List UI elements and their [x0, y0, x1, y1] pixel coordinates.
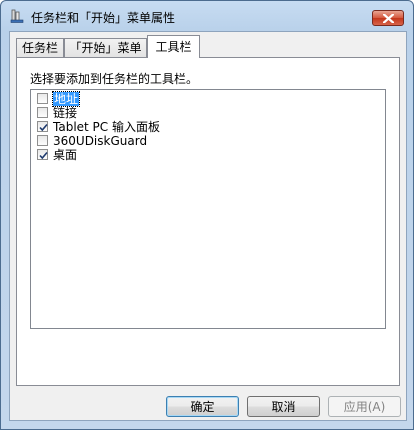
tab-toolbars[interactable]: 工具栏	[147, 35, 200, 58]
taskbar-app-icon	[10, 9, 24, 23]
toolbar-item-label: 桌面	[53, 148, 78, 162]
toolbars-tab-panel: 选择要添加到任务栏的工具栏。 地址 链接 Tablet PC 输入面板 360U…	[16, 57, 400, 386]
properties-window: 任务栏和「开始」菜单属性 任务栏 「开始」菜单 工具栏 选择要添加到任务栏的工具…	[0, 0, 414, 430]
checkmark-icon	[39, 151, 48, 160]
toolbar-checkbox[interactable]	[37, 149, 48, 160]
close-icon	[383, 14, 394, 23]
close-button[interactable]	[372, 10, 404, 26]
ok-button[interactable]: 确定	[166, 396, 239, 417]
toolbar-checkbox[interactable]	[37, 135, 48, 146]
tab-taskbar[interactable]: 任务栏	[16, 38, 64, 57]
toolbar-item-360udiskguard[interactable]: 360UDiskGuard	[37, 134, 367, 148]
toolbars-prompt: 选择要添加到任务栏的工具栏。	[30, 72, 199, 86]
toolbar-item-desktop[interactable]: 桌面	[37, 148, 367, 162]
window-title: 任务栏和「开始」菜单属性	[31, 11, 176, 25]
tab-start-menu[interactable]: 「开始」菜单	[64, 38, 147, 57]
title-bar[interactable]: 任务栏和「开始」菜单属性	[1, 1, 413, 31]
toolbar-item-links[interactable]: 链接	[37, 106, 367, 120]
toolbar-checkbox[interactable]	[37, 93, 48, 104]
apply-button[interactable]: 应用(A)	[328, 396, 401, 417]
toolbar-item-label: Tablet PC 输入面板	[53, 120, 160, 134]
toolbar-item-label: 地址	[51, 91, 81, 107]
cancel-button[interactable]: 取消	[247, 396, 320, 417]
toolbar-item-label: 360UDiskGuard	[53, 134, 148, 148]
toolbar-item-label: 链接	[53, 106, 78, 120]
checkmark-icon	[39, 123, 48, 132]
toolbar-item-address[interactable]: 地址	[37, 91, 367, 107]
dialog-body: 任务栏 「开始」菜单 工具栏 选择要添加到任务栏的工具栏。 地址 链接 Tabl…	[9, 31, 407, 421]
toolbar-checkbox[interactable]	[37, 107, 48, 118]
toolbar-list[interactable]: 地址 链接 Tablet PC 输入面板 360UDiskGuard 桌面	[30, 89, 386, 329]
toolbar-item-tablet-pc[interactable]: Tablet PC 输入面板	[37, 120, 367, 134]
toolbar-checkbox[interactable]	[37, 121, 48, 132]
